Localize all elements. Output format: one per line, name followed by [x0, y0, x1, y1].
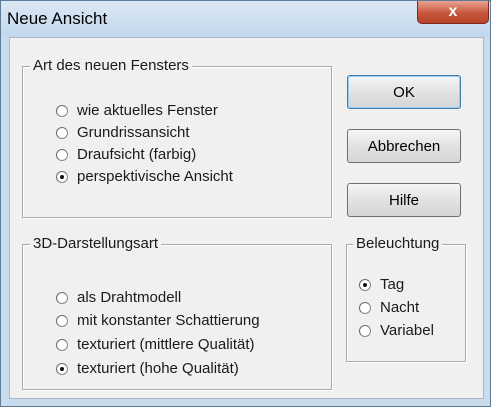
radio-texture-medium[interactable]: texturiert (mittlere Qualität) — [56, 336, 255, 353]
radio-day[interactable]: Tag — [359, 276, 404, 293]
radio-button-icon — [359, 278, 371, 291]
radio-label: Draufsicht (farbig) — [77, 146, 197, 163]
radio-label: perspektivische Ansicht — [77, 168, 233, 185]
cancel-button[interactable]: Abbrechen — [347, 129, 461, 163]
radio-button-icon — [56, 170, 68, 183]
radio-wireframe[interactable]: als Drahtmodell — [56, 289, 181, 306]
radio-button-icon — [56, 104, 68, 117]
radio-current-window[interactable]: wie aktuelles Fenster — [56, 102, 218, 119]
window-type-legend: Art des neuen Fensters — [30, 57, 192, 75]
radio-button-icon — [56, 126, 68, 139]
radio-button-icon — [56, 148, 68, 161]
radio-variable[interactable]: Variabel — [359, 322, 434, 339]
radio-button-icon — [56, 362, 68, 375]
radio-label: mit konstanter Schattierung — [77, 312, 260, 329]
radio-label: texturiert (mittlere Qualität) — [77, 336, 255, 353]
radio-label: Variabel — [380, 322, 434, 339]
close-icon: x — [448, 3, 458, 20]
radio-label: Nacht — [380, 299, 420, 316]
lighting-legend: Beleuchtung — [353, 235, 443, 253]
radio-top-view[interactable]: Draufsicht (farbig) — [56, 146, 196, 163]
help-button[interactable]: Hilfe — [347, 183, 461, 217]
ok-button[interactable]: OK — [347, 75, 461, 109]
radio-perspective[interactable]: perspektivische Ansicht — [56, 168, 233, 185]
radio-constant-shading[interactable]: mit konstanter Schattierung — [56, 312, 260, 329]
render-mode-group: 3D-Darstellungsart als Drahtmodell mit k… — [22, 235, 332, 390]
radio-floor-plan[interactable]: Grundrissansicht — [56, 124, 190, 141]
radio-label: Tag — [380, 276, 405, 293]
radio-button-icon — [359, 324, 371, 337]
window-title: Neue Ansicht — [7, 9, 108, 28]
radio-button-icon — [56, 291, 68, 304]
radio-night[interactable]: Nacht — [359, 299, 419, 316]
close-button[interactable]: x — [417, 1, 489, 24]
dialog-window: Neue Ansicht x Art des neuen Fensters wi… — [0, 0, 491, 407]
window-type-group: Art des neuen Fensters wie aktuelles Fen… — [22, 57, 332, 218]
radio-button-icon — [56, 338, 68, 351]
radio-texture-high[interactable]: texturiert (hohe Qualität) — [56, 360, 239, 377]
dialog-body: Art des neuen Fensters wie aktuelles Fen… — [9, 37, 484, 399]
radio-button-icon — [359, 301, 371, 314]
render-mode-legend: 3D-Darstellungsart — [30, 235, 162, 253]
radio-label: texturiert (hohe Qualität) — [77, 360, 239, 377]
lighting-group: Beleuchtung Tag Nacht Variabel — [346, 235, 466, 362]
radio-label: als Drahtmodell — [77, 289, 182, 306]
radio-label: wie aktuelles Fenster — [77, 102, 218, 119]
title-bar[interactable]: Neue Ansicht x — [1, 1, 490, 37]
radio-button-icon — [56, 314, 68, 327]
radio-label: Grundrissansicht — [77, 124, 190, 141]
